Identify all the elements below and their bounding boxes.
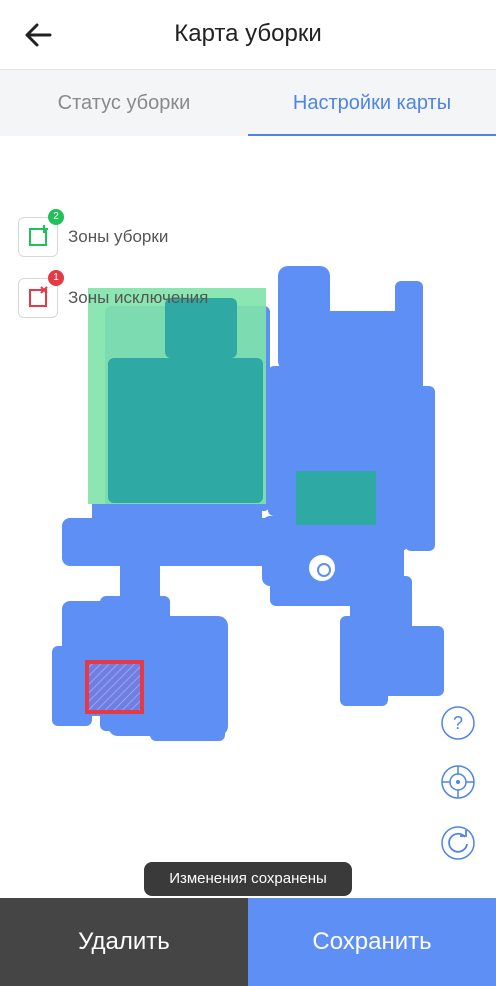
robot-dock-icon — [307, 553, 337, 583]
cleaning-zones-label: Зоны уборки — [68, 227, 169, 246]
exclusion-zones-count-badge: 1 — [48, 270, 64, 286]
refresh-button[interactable] — [440, 825, 476, 861]
help-icon: ? — [441, 706, 475, 740]
cleaning-zones-control[interactable]: 2 Зоны уборки — [18, 209, 218, 257]
tab-bar: Статус уборки Настройки карты — [0, 70, 496, 136]
delete-button[interactable]: Удалить — [0, 898, 248, 986]
cleaning-zones-count-badge: 2 — [48, 209, 64, 225]
svg-text:?: ? — [453, 713, 463, 733]
help-button[interactable]: ? — [440, 705, 476, 741]
page-title: Карта уборки — [174, 20, 322, 47]
saved-toast: Изменения сохранены — [144, 862, 352, 896]
exclusion-zone-1[interactable] — [85, 660, 144, 714]
tab-map-settings[interactable]: Настройки карты — [248, 70, 496, 136]
cleaning-zone-2[interactable] — [296, 471, 376, 525]
save-button[interactable]: Сохранить — [248, 898, 496, 986]
tab-cleaning-status[interactable]: Статус уборки — [0, 70, 248, 136]
locate-icon — [441, 765, 475, 799]
app-header: Карта уборки — [0, 0, 496, 70]
exclusion-zones-control[interactable]: 1 Зоны исключения — [18, 270, 238, 318]
locate-button[interactable] — [440, 764, 476, 800]
exclusion-zones-label: Зоны исключения — [68, 288, 209, 307]
refresh-icon — [441, 826, 475, 860]
